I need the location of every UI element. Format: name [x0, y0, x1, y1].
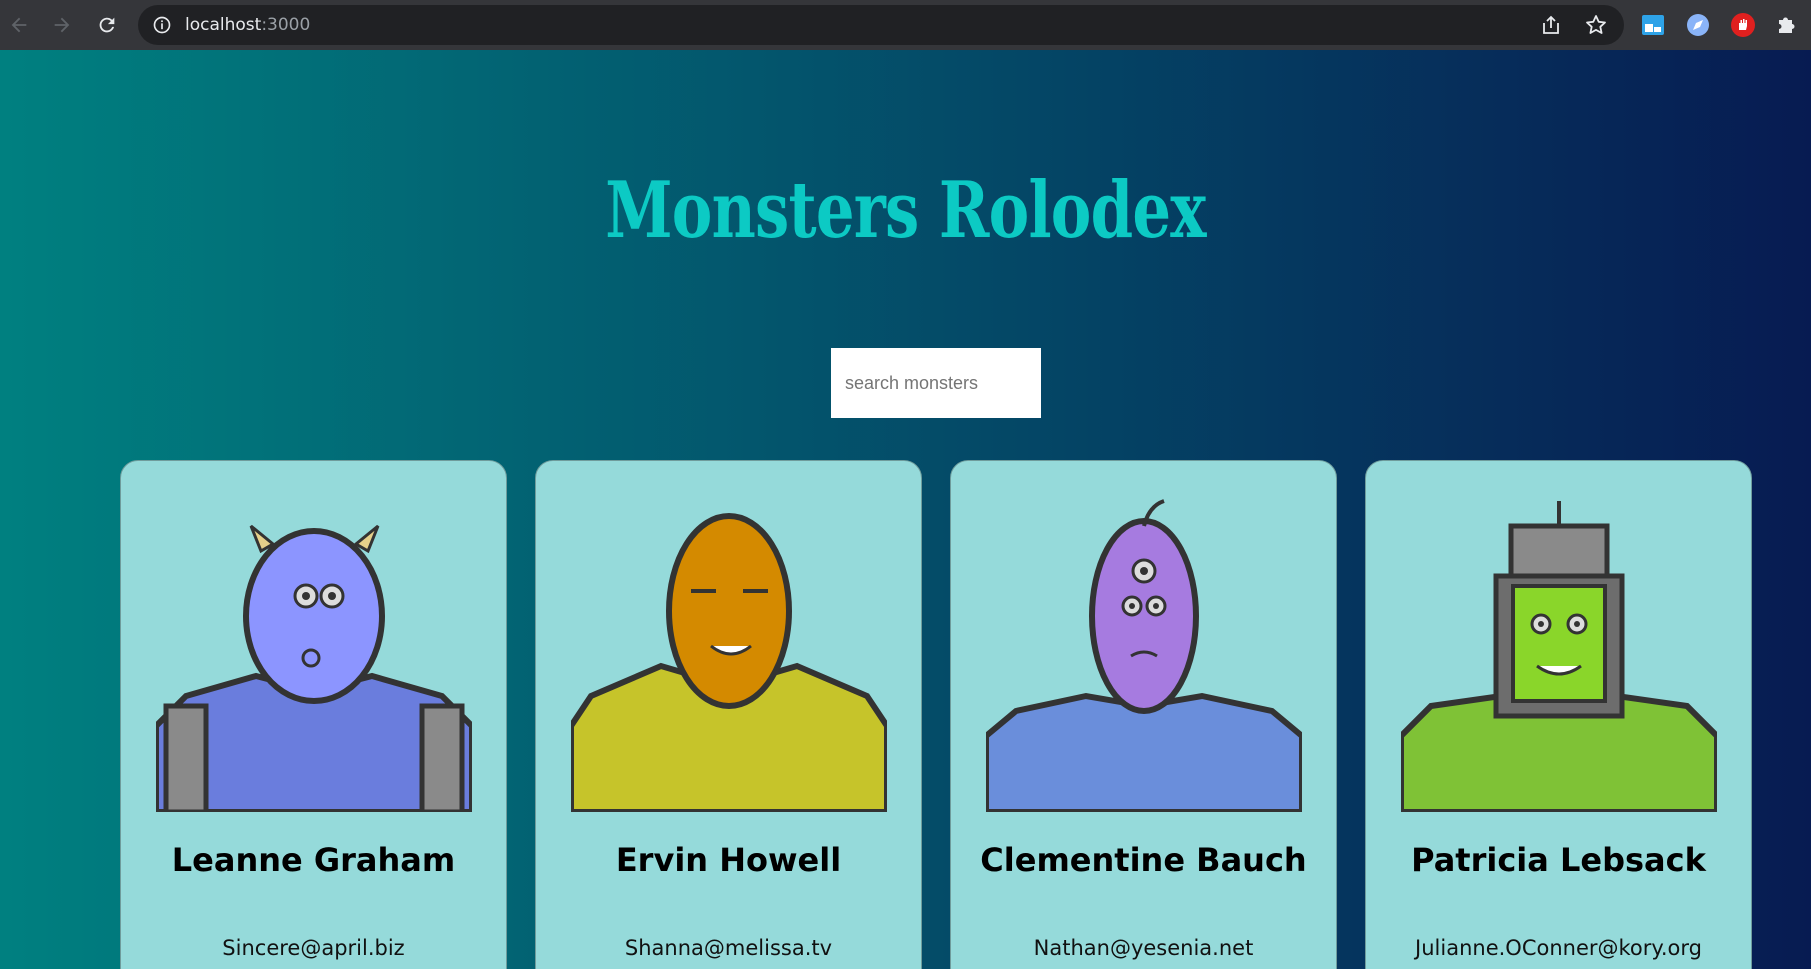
- monster-avatar: [156, 496, 472, 812]
- page-viewport: Monsters Rolodex Leanne Graham Sincere@a…: [0, 50, 1811, 969]
- url-host: localhost: [185, 15, 262, 35]
- reload-button[interactable]: [92, 10, 122, 40]
- share-icon[interactable]: [1539, 13, 1563, 37]
- monster-name: Ervin Howell: [615, 841, 842, 879]
- monster-name: Leanne Graham: [171, 841, 456, 879]
- monster-avatar: [1401, 496, 1717, 812]
- monster-avatar: [986, 496, 1302, 812]
- browser-toolbar: localhost:3000: [0, 0, 1811, 50]
- extension-window-icon[interactable]: [1640, 12, 1666, 38]
- bookmark-star-icon[interactable]: [1584, 13, 1608, 37]
- monster-name: Patricia Lebsack: [1411, 841, 1706, 879]
- monster-email: Sincere@april.biz: [222, 936, 405, 960]
- extensions-puzzle-icon[interactable]: [1773, 12, 1799, 38]
- forward-button[interactable]: [47, 10, 77, 40]
- address-bar[interactable]: localhost:3000: [138, 5, 1624, 45]
- info-icon[interactable]: [152, 15, 172, 35]
- url-port: :3000: [261, 15, 311, 35]
- back-arrow-icon: [11, 17, 27, 33]
- extension-compass-icon[interactable]: [1685, 12, 1711, 38]
- app-title: Monsters Rolodex: [605, 165, 1206, 256]
- url-text[interactable]: localhost:3000: [185, 15, 310, 35]
- monster-card: Ervin Howell Shanna@melissa.tv: [535, 460, 922, 969]
- monster-email: Shanna@melissa.tv: [624, 936, 833, 960]
- monster-name: Clementine Bauch: [980, 841, 1307, 879]
- extension-hand-icon[interactable]: [1730, 12, 1756, 38]
- monster-card: Patricia Lebsack Julianne.OConner@kory.o…: [1365, 460, 1752, 969]
- monster-avatar: [571, 496, 887, 812]
- forward-arrow-icon: [54, 17, 70, 33]
- monster-card: Leanne Graham Sincere@april.biz: [120, 460, 507, 969]
- monster-email: Nathan@yesenia.net: [1033, 936, 1254, 960]
- monster-email: Julianne.OConner@kory.org: [1415, 936, 1702, 960]
- reload-icon: [99, 17, 115, 33]
- back-button[interactable]: [4, 10, 34, 40]
- search-input[interactable]: [831, 348, 1041, 418]
- card-list: Leanne Graham Sincere@april.biz Ervin Ho…: [120, 460, 1752, 969]
- monster-card: Clementine Bauch Nathan@yesenia.net: [950, 460, 1337, 969]
